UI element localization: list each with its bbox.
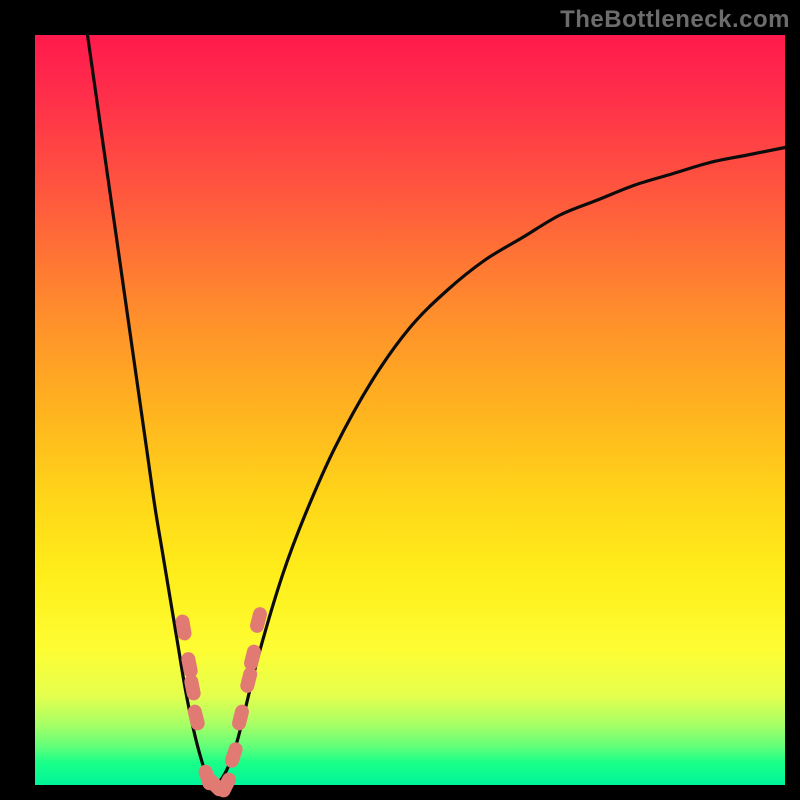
highlight-dot (243, 643, 263, 672)
chart-frame: TheBottleneck.com (0, 0, 800, 800)
chart-svg (35, 35, 785, 785)
watermark-text: TheBottleneck.com (560, 6, 790, 34)
highlight-dot (186, 703, 206, 732)
plot-area (35, 35, 785, 785)
highlight-dot (231, 703, 251, 732)
highlight-dot (239, 666, 259, 695)
highlight-dot (223, 740, 244, 769)
